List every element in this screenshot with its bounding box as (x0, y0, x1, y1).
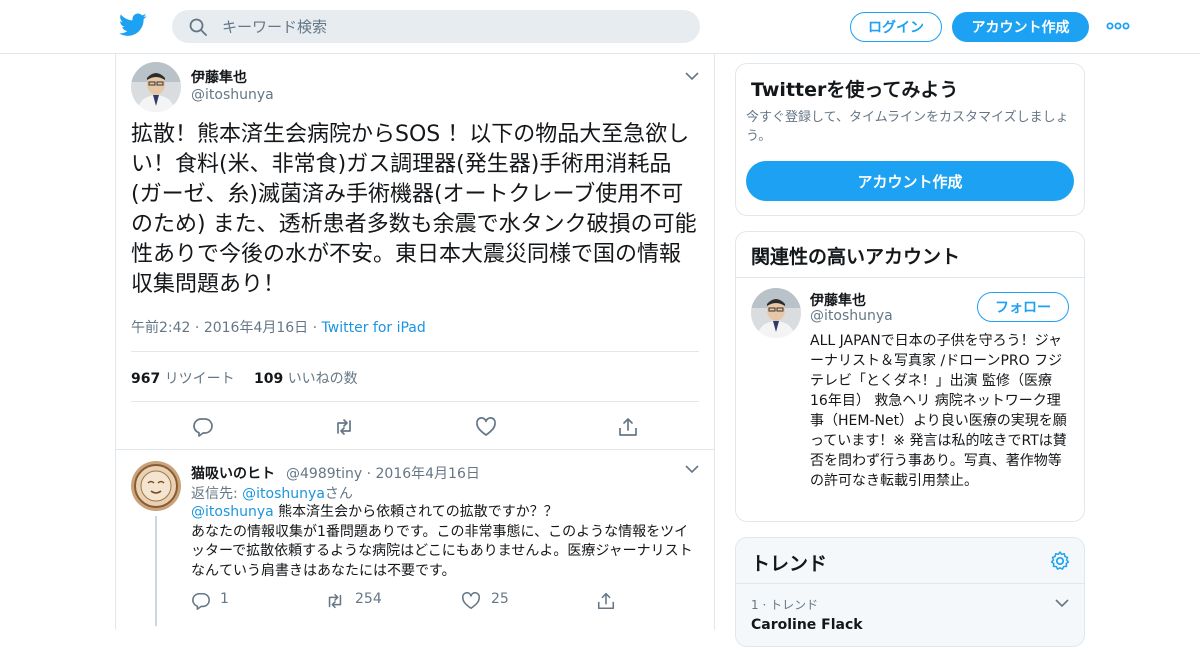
author-name[interactable]: 伊藤隼也 (191, 67, 247, 87)
trend-meta: 1 · トレンド (751, 598, 819, 612)
tweet-text: 拡散！熊本済生会病院からSOS ！以下の物品大至急欲しい！食料(米、非常食)ガス… (131, 122, 697, 297)
follow-button[interactable]: フォロー (977, 292, 1069, 322)
gear-icon[interactable] (1049, 550, 1071, 572)
main-column: 伊藤隼也 @itoshunya 拡散！熊本済生会病院からSOS ！以下の物品大至… (115, 54, 715, 630)
reply-text: @itoshunya 熊本済生会から依頼されての拡散ですか？？ あなたの情報収集… (191, 503, 701, 581)
thread-line (155, 516, 157, 626)
retweet-icon[interactable] (325, 591, 345, 611)
tweet-stats: 967 リツイート 109 いいねの数 (131, 351, 699, 402)
avatar[interactable] (751, 288, 801, 338)
replyto-prefix: 返信先: (191, 486, 243, 502)
trends-card: トレンド 1 · トレンド Caroline Flack (735, 537, 1085, 647)
search-icon (189, 18, 207, 36)
reply-icon[interactable] (191, 591, 211, 611)
like-label: いいねの数 (287, 371, 358, 387)
replyto-suffix: さん (324, 486, 353, 502)
share-icon[interactable] (617, 416, 639, 438)
like-icon[interactable] (475, 416, 497, 438)
retweet-label: リツイート (164, 371, 235, 387)
like-count: 25 (491, 591, 509, 607)
chevron-down-icon[interactable] (685, 464, 699, 474)
like-stat[interactable]: 109 いいねの数 (254, 368, 358, 388)
reply-count: 1 (220, 591, 229, 607)
signup-card-button[interactable]: アカウント作成 (746, 161, 1074, 201)
author-handle[interactable]: @4989tiny (286, 466, 362, 482)
avatar[interactable] (131, 461, 181, 511)
related-account-handle[interactable]: @itoshunya (810, 308, 893, 324)
signup-card-description: 今すぐ登録して、タイムラインをカスタマイズしましょう。 (746, 110, 1069, 144)
meta-separator: · (308, 320, 322, 336)
trend-name[interactable]: Caroline Flack (751, 617, 863, 633)
author-handle[interactable]: @itoshunya (191, 87, 274, 103)
reply-icon[interactable] (192, 416, 214, 438)
login-button[interactable]: ログイン (850, 12, 942, 42)
reply-date[interactable]: · 2016年4月16日 (367, 466, 480, 482)
retweet-icon[interactable] (333, 416, 355, 438)
author-name[interactable]: 猫吸いのヒト (191, 463, 275, 483)
author-handle-and-date[interactable]: @4989tiny · 2016年4月16日 (286, 463, 480, 483)
tweet-meta: 午前2:42 · 2016年4月16日 · Twitter for iPad (131, 317, 426, 337)
signup-button[interactable]: アカウント作成 (952, 12, 1089, 42)
retweet-count: 967 (131, 371, 161, 387)
share-icon[interactable] (596, 591, 616, 611)
retweet-stat[interactable]: 967 リツイート (131, 368, 235, 388)
meta-separator: · (190, 320, 204, 336)
related-accounts-title: 関連性の高いアカウント (751, 246, 961, 268)
tweet-date[interactable]: 2016年4月16日 (204, 320, 308, 336)
tweet-source[interactable]: Twitter for iPad (322, 320, 426, 336)
search-input[interactable] (222, 10, 682, 43)
divider (736, 277, 1084, 278)
mention-link[interactable]: @itoshunya (191, 504, 274, 520)
related-accounts-card: 関連性の高いアカウント 伊藤隼也 @itoshunya フォロー ALL JAP… (735, 231, 1085, 522)
retweet-count: 254 (355, 591, 382, 607)
reply-tweet[interactable]: 猫吸いのヒト @4989tiny · 2016年4月16日 返信先: @itos… (116, 451, 714, 631)
top-bar: ログイン アカウント作成 (0, 0, 1200, 54)
tweet-time[interactable]: 午前2:42 (131, 320, 190, 336)
search-box[interactable] (172, 10, 700, 43)
related-account-name[interactable]: 伊藤隼也 (810, 290, 866, 310)
reply-text-line1: 熊本済生会から依頼されての拡散ですか？？ (273, 504, 558, 520)
avatar[interactable] (131, 62, 181, 112)
more-dots-icon[interactable] (1106, 18, 1130, 34)
main-tweet: 伊藤隼也 @itoshunya 拡散！熊本済生会病院からSOS ！以下の物品大至… (116, 54, 714, 450)
related-account-bio: ALL JAPANで日本の子供を守ろう！ジャーナリスト＆写真家 /ドローンPRO… (810, 333, 1067, 489)
like-icon[interactable] (461, 591, 481, 611)
tweet-actions (116, 404, 714, 448)
chevron-down-icon[interactable] (685, 71, 699, 81)
trends-title: トレンド (751, 553, 828, 575)
replyto-handle[interactable]: @itoshunya (242, 486, 325, 502)
reply-to: 返信先: @itoshunyaさん (191, 483, 353, 503)
divider (736, 583, 1084, 584)
twitter-bird-icon[interactable] (119, 13, 147, 37)
chevron-down-icon[interactable] (1055, 598, 1069, 608)
signup-card-title: Twitterを使ってみよう (751, 79, 959, 101)
reply-text-rest: あなたの情報収集が1番問題ありです。この非常事態に、このような情報をツイッターで… (191, 523, 693, 579)
signup-card: Twitterを使ってみよう 今すぐ登録して、タイムラインをカスタマイズしましょ… (735, 63, 1085, 216)
like-count: 109 (254, 371, 284, 387)
